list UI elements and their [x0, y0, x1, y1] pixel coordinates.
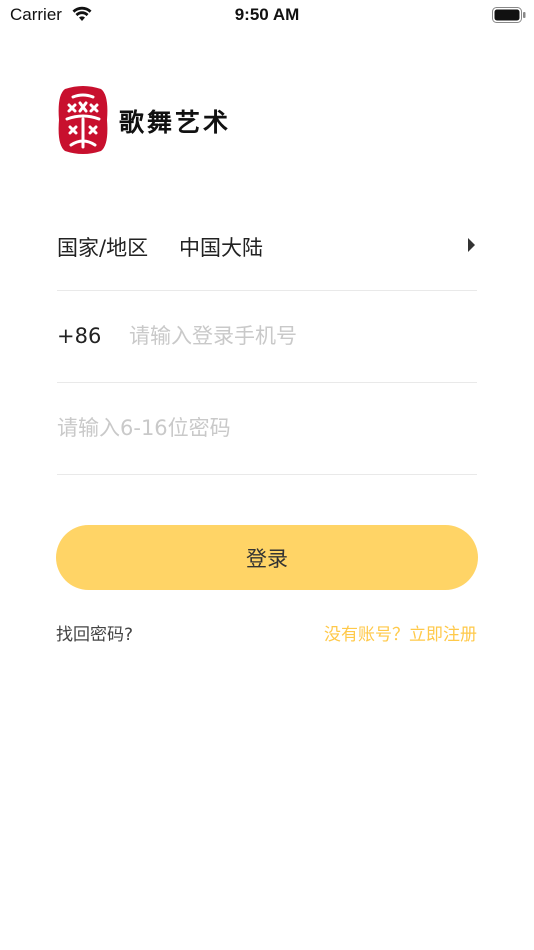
logo-seal-icon [58, 86, 108, 154]
phone-input[interactable] [129, 320, 469, 352]
status-time: 9:50 AM [234, 5, 300, 24]
region-value: 中国大陆 [179, 236, 263, 260]
login-button[interactable]: 登录 [56, 525, 478, 590]
logo-text: 歌舞艺术 [119, 108, 232, 137]
region-selector[interactable]: 国家/地区 中国大陆 [57, 198, 477, 291]
forgot-password-link[interactable]: 找回密码? [56, 620, 133, 645]
password-row [57, 382, 477, 475]
password-input[interactable] [57, 412, 467, 444]
phone-country-code[interactable]: +86 [57, 324, 101, 348]
status-bar: Carrier 9:50 AM [0, 0, 534, 30]
battery-icon [492, 7, 526, 23]
region-label: 国家/地区 [57, 236, 149, 260]
chevron-right-icon [468, 238, 475, 252]
phone-row: +86 [57, 290, 477, 383]
register-link[interactable]: 没有账号？立即注册 [324, 620, 477, 645]
